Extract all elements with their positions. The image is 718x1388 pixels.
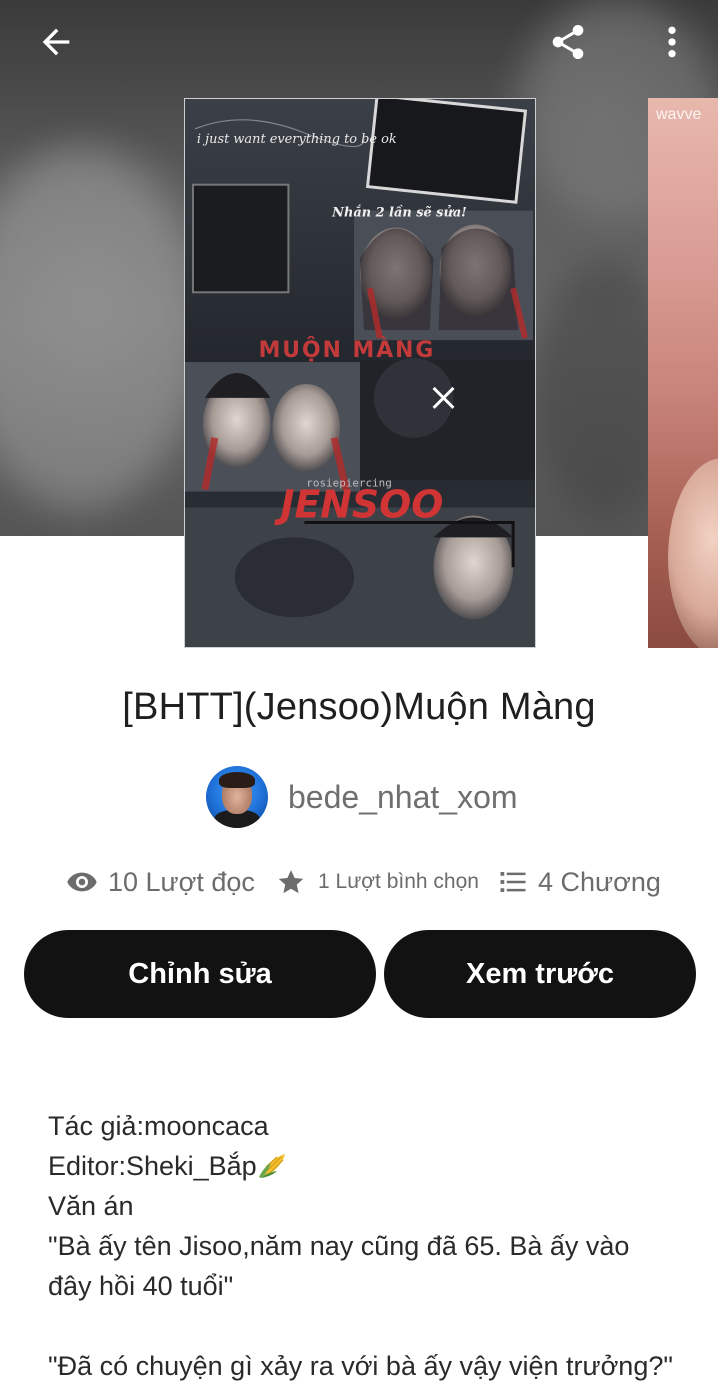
edit-button[interactable]: Chỉnh sửa: [24, 930, 376, 1018]
author-name[interactable]: bede_nhat_xom: [288, 779, 518, 816]
cover-name: JENSOO: [273, 482, 443, 526]
story-stats: 10 Lượt đọc 1 Lượt bình chọn 4 Chương: [0, 860, 718, 904]
parts-stat: 4 Chương: [498, 860, 661, 904]
avatar[interactable]: [206, 766, 268, 828]
more-vertical-icon: [668, 26, 676, 58]
parts-count: 4 Chương: [538, 866, 661, 897]
reads-stat: 10 Lượt đọc: [66, 860, 255, 904]
eye-icon: [67, 872, 97, 892]
story-description: Tác giả:mooncaca Editor:Sheki_Bắp Văn án…: [48, 1106, 698, 1386]
back-button[interactable]: [28, 14, 84, 70]
cover-tagline: i just want everything to be ok: [197, 132, 397, 147]
share-icon: [552, 25, 584, 59]
more-options-button[interactable]: [644, 14, 700, 70]
description-line-editor: Editor:Sheki_Bắp: [48, 1146, 698, 1186]
cover-collage: i just want everything to be ok Nhắn 2 l…: [185, 99, 535, 647]
description-line: "Bà ấy tên Jisoo,năm nay cũng đã 65. Bà …: [48, 1231, 630, 1261]
description-line: Văn án: [48, 1191, 134, 1221]
star-icon: [278, 870, 304, 894]
description-editor-text: Editor:Sheki_Bắp: [48, 1151, 257, 1181]
story-cover[interactable]: i just want everything to be ok Nhắn 2 l…: [184, 98, 536, 648]
next-cover-tag: wavve: [656, 106, 702, 123]
reads-count: 10 Lượt đọc: [108, 866, 255, 897]
list-icon: [500, 872, 526, 892]
author-row[interactable]: bede_nhat_xom: [206, 766, 518, 828]
preview-button[interactable]: Xem trước: [384, 930, 696, 1018]
next-cover-art: [668, 458, 718, 648]
share-button[interactable]: [540, 14, 596, 70]
next-story-cover[interactable]: wavve: [648, 98, 718, 648]
corn-emoji-icon: [258, 1154, 285, 1178]
cover-note: Nhắn 2 lần sẽ sửa!: [331, 205, 467, 221]
description-line: Tác giả:mooncaca: [48, 1111, 269, 1141]
cover-title-text: MUỘN MÀNG: [259, 336, 436, 363]
description-line: đây hồi 40 tuổi": [48, 1271, 234, 1301]
description-line: "Đã có chuyện gì xảy ra với bà ấy vậy vi…: [48, 1351, 673, 1381]
story-title: [BHTT](Jensoo)Muộn Màng: [122, 686, 596, 728]
votes-stat: 1 Lượt bình chọn: [276, 860, 479, 904]
arrow-back-icon: [42, 28, 70, 56]
top-app-bar: [0, 0, 718, 84]
votes-count: 1 Lượt bình chọn: [318, 870, 479, 893]
